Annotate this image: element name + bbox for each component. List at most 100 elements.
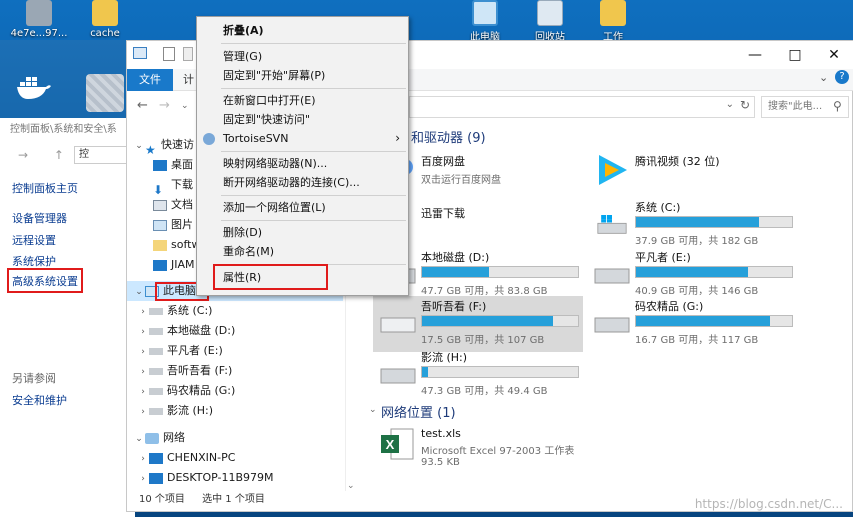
chevron-right-icon[interactable]: ›	[137, 449, 149, 469]
drive-icon	[594, 268, 630, 284]
drive-name: 系统 (C:)	[635, 201, 681, 214]
desktop-icon-this-pc[interactable]: 此电脑	[450, 0, 520, 43]
close-button[interactable]: ✕	[817, 43, 851, 67]
section-network-header[interactable]: 网络位置 (1)	[381, 402, 456, 421]
desktop-icon-cache[interactable]: cache	[70, 0, 140, 42]
drive-e[interactable]: 平凡者 (E:) 40.9 GB 可用，共 146 GB	[587, 247, 797, 303]
tree-network-pc2[interactable]: › DESKTOP-11B979M	[137, 468, 273, 489]
cp-link-security[interactable]: 安全和维护	[12, 392, 67, 408]
chevron-right-icon[interactable]: ›	[137, 342, 149, 362]
tree-drive-h[interactable]: › 影流 (H:)	[137, 401, 213, 421]
chevron-down-icon[interactable]: ⌄	[726, 99, 734, 110]
menu-item-disconnect-drive[interactable]: 断开网络驱动器的连接(C)...	[197, 173, 408, 192]
cp-nav-bar: → ↑ 控	[18, 146, 144, 166]
cp-link-device-manager[interactable]: 设备管理器	[12, 210, 67, 226]
menu-item-pin-quick-access[interactable]: 固定到"快速访问"	[197, 110, 408, 129]
menu-item-tortoisesvn[interactable]: TortoiseSVN ›	[197, 129, 408, 148]
desktop-icon	[153, 159, 167, 171]
cp-home-link[interactable]: 控制面板主页	[12, 180, 78, 196]
tree-item-downloads[interactable]: ⬇ 下载	[153, 175, 193, 197]
menu-item-delete[interactable]: 删除(D)	[197, 223, 408, 242]
ribbon-expand-icon[interactable]: ⌄	[819, 71, 828, 84]
drive-free-text: 47.3 GB 可用，共 49.4 GB	[421, 386, 548, 397]
drive-name: 码农精品 (G:)	[635, 300, 704, 313]
tree-item-jiam[interactable]: JIAM	[153, 255, 195, 275]
menu-item-rename[interactable]: 重命名(M)	[197, 242, 408, 261]
tab-file[interactable]: 文件	[127, 69, 173, 91]
menu-item-add-network-location[interactable]: 添加一个网络位置(L)	[197, 198, 408, 217]
menu-item-pin-start[interactable]: 固定到"开始"屏幕(P)	[197, 66, 408, 85]
tree-label: 平凡者 (E:)	[167, 344, 223, 357]
cp-link-protection[interactable]: 系统保护	[12, 253, 56, 269]
drive-free-text: 16.7 GB 可用，共 117 GB	[635, 335, 759, 346]
menu-item-collapse[interactable]: 折叠(A)	[197, 21, 408, 40]
help-icon[interactable]: ?	[835, 70, 849, 84]
drive-f-selected[interactable]: 吾听吾看 (F:) 17.5 GB 可用，共 107 GB	[373, 296, 583, 352]
tree-drive-f[interactable]: › 吾听吾看 (F:)	[137, 361, 232, 381]
tree-drive-c[interactable]: › 系统 (C:)	[137, 301, 212, 321]
menu-item-map-drive[interactable]: 映射网络驱动器(N)...	[197, 154, 408, 173]
docker-icon	[17, 77, 51, 99]
drive-usage-bar	[635, 315, 793, 327]
drive-usage-bar	[421, 315, 579, 327]
menu-separator	[221, 43, 406, 44]
chevron-right-icon[interactable]: ›	[137, 402, 149, 422]
drive-free-text: 40.9 GB 可用，共 146 GB	[635, 286, 759, 297]
tree-item-documents[interactable]: 文档	[153, 195, 193, 215]
chevron-right-icon[interactable]: ›	[137, 362, 149, 382]
chevron-right-icon[interactable]: ›	[137, 302, 149, 322]
chevron-right-icon[interactable]: ›	[137, 322, 149, 342]
tree-drive-d[interactable]: › 本地磁盘 (D:)	[137, 321, 235, 341]
newfolder-icon[interactable]	[183, 47, 193, 61]
chevron-right-icon[interactable]: ›	[137, 469, 149, 489]
tree-item-software[interactable]: softw	[153, 235, 200, 255]
properties-icon[interactable]	[163, 47, 175, 61]
cp-link-remote[interactable]: 远程设置	[12, 232, 56, 248]
tencent-video-icon	[599, 155, 627, 185]
tree-item-desktop[interactable]: 桌面	[153, 155, 193, 175]
tab-computer[interactable]: 计	[183, 69, 194, 91]
status-item-count: 10 个项目	[139, 494, 185, 505]
up-arrow-icon[interactable]: ↑	[54, 148, 64, 162]
tree-network-pc1[interactable]: › CHENXIN-PC	[137, 448, 235, 468]
forward-arrow-icon[interactable]: →	[159, 98, 170, 113]
chevron-down-icon[interactable]: ⌄	[133, 429, 145, 449]
drive-usage-bar	[635, 266, 793, 278]
desktop-icon-label: cache	[90, 28, 120, 39]
drive-usage-bar	[421, 266, 579, 278]
drive-usage-bar	[635, 216, 793, 228]
windows-drive-icon	[597, 215, 627, 234]
back-arrow-icon[interactable]: →	[18, 148, 28, 162]
tree-item-pictures[interactable]: 图片	[153, 215, 193, 235]
search-icon: ⚲	[833, 99, 842, 113]
tree-drive-g[interactable]: › 码农精品 (G:)	[137, 381, 235, 401]
item-test-xls[interactable]: X test.xls Microsoft Excel 97-2003 工作表 9…	[373, 425, 583, 471]
chevron-down-icon[interactable]: ⌄	[369, 405, 377, 415]
section-devices-header[interactable]: 和驱动器 (9)	[411, 127, 486, 146]
menu-item-manage[interactable]: 管理(G)	[197, 47, 408, 66]
chevron-right-icon[interactable]: ›	[137, 382, 149, 402]
excel-file-icon: X	[381, 428, 414, 460]
desktop-icon-recycle-bin[interactable]: 回收站	[515, 0, 585, 43]
minimize-button[interactable]: —	[738, 43, 772, 67]
drive-h[interactable]: 影流 (H:) 47.3 GB 可用，共 49.4 GB	[373, 347, 583, 403]
refresh-icon[interactable]: ↻	[740, 98, 750, 112]
drive-c[interactable]: 系统 (C:) 37.9 GB 可用，共 182 GB	[587, 197, 797, 253]
chevron-down-icon[interactable]: ⌄	[133, 282, 145, 302]
maximize-button[interactable]: □	[778, 43, 812, 67]
desktop-icon-work[interactable]: 工作	[578, 0, 648, 43]
recent-chevron-icon[interactable]: ⌄	[181, 101, 189, 111]
address-bar[interactable]: ⌄ ↻	[409, 96, 755, 118]
drive-g[interactable]: 码农精品 (G:) 16.7 GB 可用，共 117 GB	[587, 296, 797, 352]
tree-drive-e[interactable]: › 平凡者 (E:)	[137, 341, 223, 361]
desktop-icon	[153, 259, 167, 271]
chevron-down-icon[interactable]: ⌄	[133, 136, 145, 156]
tree-network[interactable]: ⌄ 网络	[133, 428, 185, 448]
file-size: 93.5 KB	[421, 457, 460, 468]
desktop-icon-file[interactable]: 4e7e...97...	[4, 0, 74, 42]
tree-quick-access[interactable]: ⌄ ★ 快速访	[133, 135, 194, 157]
menu-item-open-new-window[interactable]: 在新窗口中打开(E)	[197, 91, 408, 110]
drive-free-text: 17.5 GB 可用，共 107 GB	[421, 335, 545, 346]
back-arrow-icon[interactable]: ←	[137, 98, 148, 113]
computer-icon	[149, 452, 163, 464]
